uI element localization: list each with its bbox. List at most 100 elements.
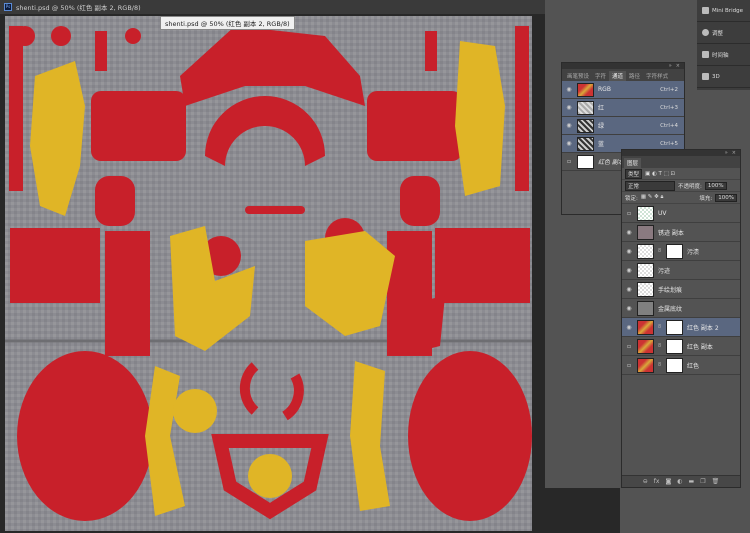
collapse-icon[interactable]: »: [725, 150, 728, 156]
fill-input[interactable]: 100%: [715, 193, 737, 202]
dock-label: 3D: [712, 73, 720, 80]
layers-panel: » × 图层 类型 ▣ ◐ T ⬚ ⊡ 正常 不透明度: 100% 锁定: ▦ ✎ ✥ 🔒…: [621, 149, 741, 488]
channel-thumbnail: [577, 136, 594, 151]
tab-character[interactable]: 字符: [592, 71, 609, 81]
right-dock: Mini Bridge 调整 时间轴 3D: [697, 0, 750, 90]
layer-thumbnail: [637, 338, 654, 354]
layer-thumbnail: [637, 224, 654, 240]
channel-row-green[interactable]: ◉ 绿 Ctrl+4: [562, 117, 684, 135]
visibility-box[interactable]: ▫: [565, 158, 573, 165]
tab-character-styles[interactable]: 字符样式: [643, 71, 671, 81]
filter-select[interactable]: 类型: [625, 168, 643, 179]
layer-row[interactable]: ◉ 手绘划痕: [622, 280, 740, 299]
tab-brush-presets[interactable]: 画笔预设: [564, 71, 592, 81]
fill-label: 填充:: [699, 195, 713, 202]
channel-label: RGB: [598, 86, 611, 93]
layer-thumbnail: [637, 262, 654, 278]
tab-channels[interactable]: 通道: [609, 71, 627, 81]
layers-bottom-bar: ⊖ fx ◙ ◐ ▬ ❐ 🗑︎: [622, 475, 740, 487]
mask-thumbnail[interactable]: [666, 243, 683, 259]
eye-icon[interactable]: ◉: [625, 248, 633, 255]
mask-thumbnail[interactable]: [666, 357, 683, 373]
visibility-box[interactable]: ▫: [625, 343, 633, 350]
layers-tabs: 图层: [622, 156, 740, 168]
channel-label: 红: [598, 105, 605, 112]
collapse-icon[interactable]: »: [669, 63, 672, 69]
dock-3d[interactable]: 3D: [697, 66, 750, 88]
close-icon[interactable]: ×: [676, 63, 680, 69]
adjustment-icon[interactable]: ◐: [677, 478, 682, 485]
channels-tabs: 画笔预设 字符 通道 路径 字符样式: [562, 69, 684, 81]
texture-canvas[interactable]: [5, 16, 532, 531]
visibility-box[interactable]: ▫: [625, 210, 633, 217]
dock-timeline[interactable]: 时间轴: [697, 44, 750, 66]
layer-row-selected[interactable]: ◉ 8 红色 副本 2: [622, 318, 740, 337]
channel-label: 绿: [598, 123, 605, 130]
layer-row[interactable]: ▫ 8 红色: [622, 356, 740, 375]
eye-icon[interactable]: ◉: [625, 229, 633, 236]
close-icon[interactable]: ×: [732, 150, 736, 156]
layer-row[interactable]: ▫ UV: [622, 204, 740, 223]
chain-icon[interactable]: 8: [658, 343, 662, 349]
document-tab[interactable]: Ps shenti.psd @ 50% (红色 副本 2, RGB/8): [0, 0, 545, 14]
layer-label: 污迹: [658, 267, 671, 275]
opacity-input[interactable]: 100%: [704, 181, 727, 190]
dock-adjust[interactable]: 调整: [697, 22, 750, 44]
channel-row-red[interactable]: ◉ 红 Ctrl+3: [562, 99, 684, 117]
layer-label: 手绘划痕: [658, 286, 683, 294]
layer-thumbnail: [637, 205, 654, 221]
filter-icons[interactable]: ▣ ◐ T ⬚ ⊡: [645, 171, 675, 177]
link-icon[interactable]: ⊖: [643, 478, 648, 485]
dock-mini-bridge[interactable]: Mini Bridge: [697, 0, 750, 22]
adjust-icon: [702, 29, 709, 36]
tab-paths[interactable]: 路径: [626, 71, 643, 81]
channel-row-rgb[interactable]: ◉ RGB Ctrl+2: [562, 81, 684, 99]
timeline-icon: [702, 51, 709, 58]
filter-bar: 类型 ▣ ◐ T ⬚ ⊡: [622, 168, 740, 180]
tab-layers[interactable]: 图层: [624, 158, 642, 168]
empty-dock-area: [545, 488, 620, 533]
lock-icons[interactable]: ▦ ✎ ✥ 🔒︎: [641, 194, 664, 201]
channel-shortcut: Ctrl+2: [660, 86, 678, 93]
fx-icon[interactable]: fx: [654, 478, 660, 485]
layer-thumbnail: [637, 300, 654, 316]
document-tooltip: shenti.psd @ 50% (红色 副本 2, RGB/8): [160, 16, 295, 30]
mini-bridge-icon: [702, 7, 709, 14]
eye-icon[interactable]: ◉: [565, 122, 573, 129]
eye-icon[interactable]: ◉: [565, 140, 573, 147]
dock-label: Mini Bridge: [712, 7, 743, 14]
layer-row[interactable]: ◉ 锈迹 副本: [622, 223, 740, 242]
chain-icon[interactable]: 8: [658, 248, 662, 254]
eye-icon[interactable]: ◉: [625, 286, 633, 293]
3d-icon: [702, 73, 709, 80]
layer-thumbnail: [637, 319, 654, 335]
layer-label: 锈迹 副本: [658, 229, 684, 237]
eye-icon[interactable]: ◉: [625, 324, 633, 331]
chain-icon[interactable]: 8: [658, 362, 662, 368]
folder-icon[interactable]: ▬: [689, 478, 695, 485]
eye-icon[interactable]: ◉: [565, 104, 573, 111]
layer-label: 红色: [687, 362, 700, 370]
eye-icon[interactable]: ◉: [625, 267, 633, 274]
mask-thumbnail[interactable]: [666, 319, 683, 335]
layer-row[interactable]: ◉ 8 污渍: [622, 242, 740, 261]
chain-icon[interactable]: 8: [658, 324, 662, 330]
layer-row[interactable]: ◉ 污迹: [622, 261, 740, 280]
dock-label: 时间轴: [712, 52, 729, 59]
visibility-box[interactable]: ▫: [625, 362, 633, 369]
lock-label: 锁定:: [625, 195, 638, 202]
layer-row[interactable]: ▫ 8 红色 副本: [622, 337, 740, 356]
layer-label: 污渍: [687, 248, 700, 256]
layer-row[interactable]: ◉ 金属底纹: [622, 299, 740, 318]
eye-icon[interactable]: ◉: [625, 305, 633, 312]
mask-icon[interactable]: ◙: [665, 478, 671, 485]
trash-icon[interactable]: 🗑︎: [712, 478, 720, 485]
layer-label: 红色 副本 2: [687, 324, 719, 332]
eye-icon[interactable]: ◉: [565, 86, 573, 93]
blend-mode-select[interactable]: 正常: [625, 180, 675, 191]
mask-thumbnail[interactable]: [666, 338, 683, 354]
new-layer-icon[interactable]: ❐: [700, 478, 705, 485]
layer-label: UV: [658, 209, 667, 217]
document-title: shenti.psd @ 50% (红色 副本 2, RGB/8): [16, 4, 141, 12]
opacity-label: 不透明度:: [678, 183, 702, 190]
